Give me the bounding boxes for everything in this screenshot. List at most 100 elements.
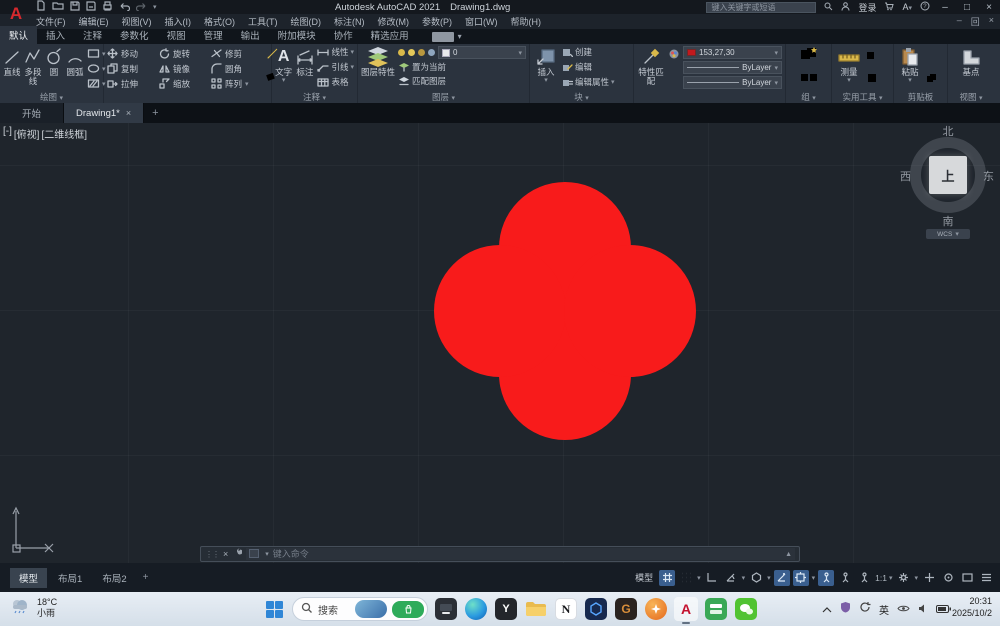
leader-caret-icon[interactable]: ▾ [350,63,354,71]
n-app-icon[interactable]: N [554,597,578,621]
layer-dropdown[interactable]: 0 ▾ [438,46,526,59]
edit-attr-caret-icon[interactable]: ▾ [611,78,615,86]
ribbon-tab-home[interactable]: 默认 [0,26,37,44]
paste-caret-icon[interactable]: ▾ [908,77,912,84]
group-icon[interactable] [799,46,819,67]
otrack-toggle-icon[interactable] [774,570,790,586]
layer-properties-tool[interactable]: 图层特性 [361,46,395,91]
search-shop-icon[interactable] [392,601,424,618]
tab-close-icon[interactable]: × [126,108,131,118]
wechat-app-icon[interactable] [734,597,758,621]
linear-dim-tool[interactable]: 线性▾ [317,46,354,58]
ribbon-tab-extra-icon[interactable] [432,32,454,42]
iso-toggle-icon[interactable] [748,570,764,586]
circle-tool[interactable]: 圆 [45,46,63,91]
tray-sync-icon[interactable] [859,600,871,618]
layout-tab-layout2[interactable]: 布局2 [93,568,135,588]
move-tool[interactable]: 移动 [107,48,159,60]
fillet-tool[interactable]: 圆角 [211,63,263,75]
signin-label[interactable]: 登录 [858,1,876,14]
match-properties-tool[interactable]: 特性匹配 [637,46,665,105]
menu-parametric[interactable]: 参数(P) [422,15,452,28]
command-scroll-icon[interactable]: ▲ [785,551,792,558]
ribbon-options-caret-icon[interactable]: ▾ [458,32,462,41]
command-line[interactable]: ⋮⋮ × ▾ ▲ [200,546,800,562]
panel-label-utilities[interactable]: 实用工具 ▾ [832,91,893,103]
copy-tool[interactable]: 复制 [107,63,159,75]
scale-indicator[interactable]: 1:1▾ [875,573,892,583]
base-tool[interactable]: 基点 [956,46,986,91]
grid-toggle-icon[interactable] [659,570,675,586]
ribbon-tab-addins[interactable]: 附加模块 [269,26,325,44]
tray-clock[interactable]: 20:31 2025/10/2 [952,595,992,619]
viewcube-east-label[interactable]: 东 [983,168,994,184]
osnap-caret-icon[interactable]: ▾ [812,574,816,582]
viewcube-wcs-button[interactable]: WCS▾ [926,229,970,239]
command-wrench-icon[interactable] [232,545,242,563]
ribbon-tab-view[interactable]: 视图 [158,26,195,44]
quick-select-icon[interactable] [866,48,878,66]
maximize-button[interactable]: □ [960,2,974,13]
ortho-toggle-icon[interactable] [704,570,720,586]
command-caret-icon[interactable]: ▾ [265,550,269,558]
ribbon-tab-collaborate[interactable]: 协作 [325,26,362,44]
viewcube-west-label[interactable]: 西 [900,168,911,184]
green-id-app-icon[interactable] [704,597,728,621]
scale-tool[interactable]: 缩放 [159,78,211,90]
iso-caret-icon[interactable]: ▾ [767,574,771,582]
ribbon-tab-output[interactable]: 输出 [232,26,269,44]
autoscale-icon[interactable] [837,570,853,586]
workspace-gear-icon[interactable] [895,570,911,586]
menu-window[interactable]: 窗口(W) [465,15,498,28]
command-input[interactable] [273,549,781,559]
snap-toggle-icon[interactable] [678,570,694,586]
panel-label-clipboard[interactable]: 剪贴板 [894,91,947,103]
tray-eye-icon[interactable] [897,600,910,618]
edge-browser-icon[interactable] [464,597,488,621]
leader-tool[interactable]: 引线▾ [317,61,354,73]
layer-thaw-icon[interactable] [408,49,415,56]
tray-shield-icon[interactable] [840,600,851,618]
new-tab-button[interactable]: + [144,103,166,123]
panel-label-block[interactable]: 块 ▾ [530,91,633,103]
paste-tool[interactable]: 粘贴 ▾ [897,46,923,91]
help-icon[interactable]: ? [920,1,930,13]
command-grip-icon[interactable]: ⋮⋮ [205,550,219,559]
polar-toggle-icon[interactable] [723,570,739,586]
color-wheel-icon[interactable] [668,47,680,65]
folder-app-icon[interactable] [524,597,548,621]
doc-restore-button[interactable]: 回 [971,15,980,28]
layer-plot-icon[interactable] [428,49,435,56]
quick-calc-icon[interactable] [866,70,878,88]
create-block-tool[interactable]: 创建 [562,46,615,58]
taskbar-search[interactable]: 搜索 [292,597,428,621]
model-space-toggle[interactable]: 模型 [635,571,653,584]
autocad-logo-icon[interactable]: A [2,0,30,27]
insert-caret-icon[interactable]: ▾ [544,77,548,84]
linear-caret-icon[interactable]: ▾ [350,48,354,56]
autodesk-apps-icon[interactable]: A▾ [902,2,912,12]
search-icon[interactable] [824,2,833,13]
file-tab-drawing1[interactable]: Drawing1* × [64,103,144,123]
ribbon-tab-featured[interactable]: 精选应用 [362,26,418,44]
annotation-visibility-icon[interactable] [818,570,834,586]
clean-screen-icon[interactable] [959,570,975,586]
tray-audio-icon[interactable] [918,600,928,618]
doc-minimize-button[interactable]: – [957,15,962,28]
menu-help[interactable]: 帮助(H) [511,15,542,28]
rectangle-tool[interactable]: ▾ [87,48,106,59]
annotation-scale-icon[interactable] [856,570,872,586]
tray-battery-icon[interactable] [936,600,951,618]
panel-label-draw[interactable]: 绘图 ▾ [0,91,103,103]
add-layout-button[interactable]: + [138,572,154,583]
trim-tool[interactable]: 修剪 [211,48,263,60]
layer-lock-icon[interactable] [418,49,425,56]
osnap-toggle-icon[interactable] [793,570,809,586]
copy-clip-icon[interactable] [926,70,937,88]
snap-caret-icon[interactable]: ▾ [697,574,701,582]
table-tool[interactable]: 表格 [317,76,354,88]
hatch-tool[interactable]: ▾ [87,78,106,89]
drawing-canvas[interactable]: [-] [俯视] [二维线框] 北 上 西 东 南 WCS▾ ⋮⋮ × [0,123,1000,563]
start-button[interactable] [262,597,286,621]
array-caret-icon[interactable]: ▾ [245,80,249,88]
